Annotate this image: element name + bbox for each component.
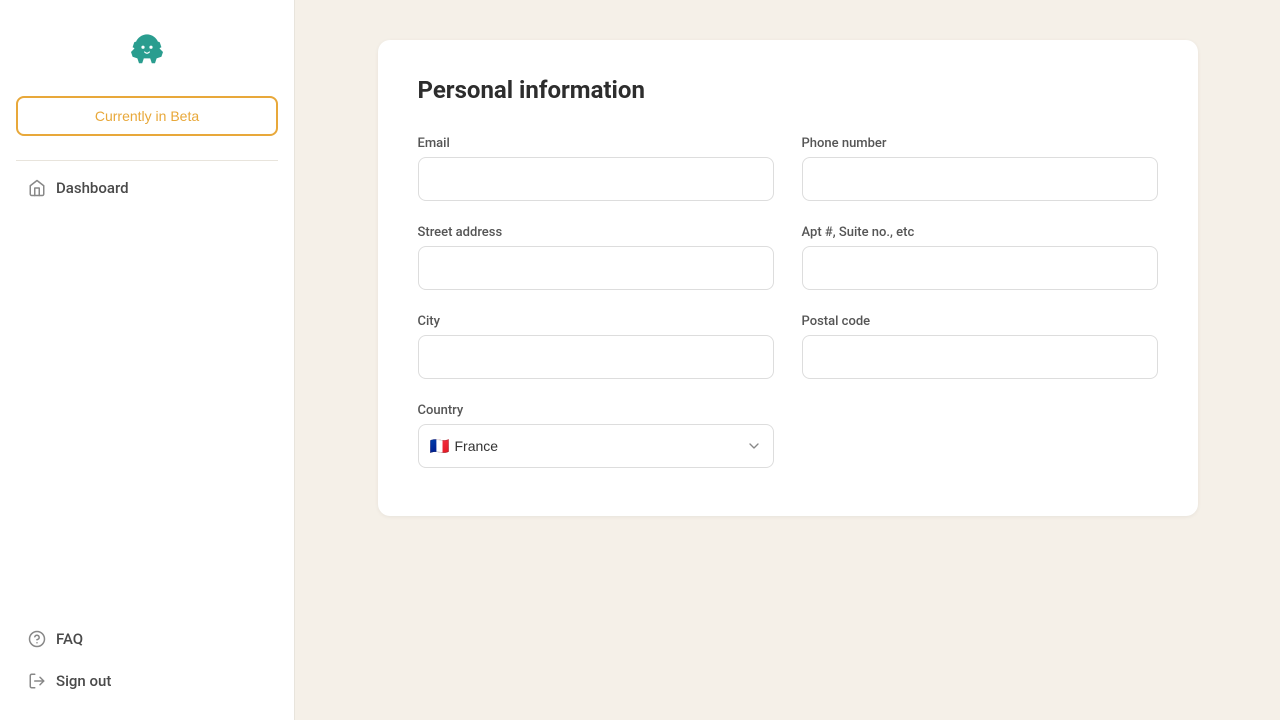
email-input[interactable]: [418, 157, 774, 201]
form-title: Personal information: [418, 76, 1158, 104]
sidebar-bottom: FAQ Sign out: [16, 620, 278, 700]
sidebar-item-faq[interactable]: FAQ: [16, 620, 278, 658]
postal-group: Postal code: [802, 314, 1158, 379]
home-icon: [28, 179, 46, 197]
beta-button[interactable]: Currently in Beta: [16, 96, 278, 136]
postal-label: Postal code: [802, 314, 1158, 329]
apt-group: Apt #, Suite no., etc: [802, 225, 1158, 290]
phone-input[interactable]: [802, 157, 1158, 201]
main-content: Personal information Email Phone number …: [295, 0, 1280, 720]
dashboard-label: Dashboard: [56, 179, 129, 197]
sidebar-item-dashboard[interactable]: Dashboard: [16, 169, 278, 207]
sidebar-item-signout[interactable]: Sign out: [16, 662, 278, 700]
postal-input[interactable]: [802, 335, 1158, 379]
city-group: City: [418, 314, 774, 379]
street-input[interactable]: [418, 246, 774, 290]
main-nav: Dashboard: [16, 169, 278, 207]
faq-label: FAQ: [56, 630, 83, 648]
phone-group: Phone number: [802, 136, 1158, 201]
city-input[interactable]: [418, 335, 774, 379]
signout-label: Sign out: [56, 672, 111, 690]
email-label: Email: [418, 136, 774, 151]
country-select-wrapper: 🇫🇷 France Germany United Kingdom Spain I…: [418, 424, 774, 468]
street-label: Street address: [418, 225, 774, 240]
street-group: Street address: [418, 225, 774, 290]
sign-out-icon: [28, 672, 46, 690]
phone-label: Phone number: [802, 136, 1158, 151]
country-select[interactable]: France Germany United Kingdom Spain Ital…: [418, 424, 774, 468]
email-group: Email: [418, 136, 774, 201]
personal-info-card: Personal information Email Phone number …: [378, 40, 1198, 516]
app-logo: [123, 28, 171, 76]
sidebar: Currently in Beta Dashboard FAQ: [0, 0, 295, 720]
apt-label: Apt #, Suite no., etc: [802, 225, 1158, 240]
logo-container: [16, 20, 278, 96]
nav-divider: [16, 160, 278, 161]
help-circle-icon: [28, 630, 46, 648]
form-grid: Email Phone number Street address Apt #,…: [418, 136, 1158, 468]
city-label: City: [418, 314, 774, 329]
apt-input[interactable]: [802, 246, 1158, 290]
country-label: Country: [418, 403, 774, 418]
country-group: Country 🇫🇷 France Germany United Kingdom…: [418, 403, 774, 468]
